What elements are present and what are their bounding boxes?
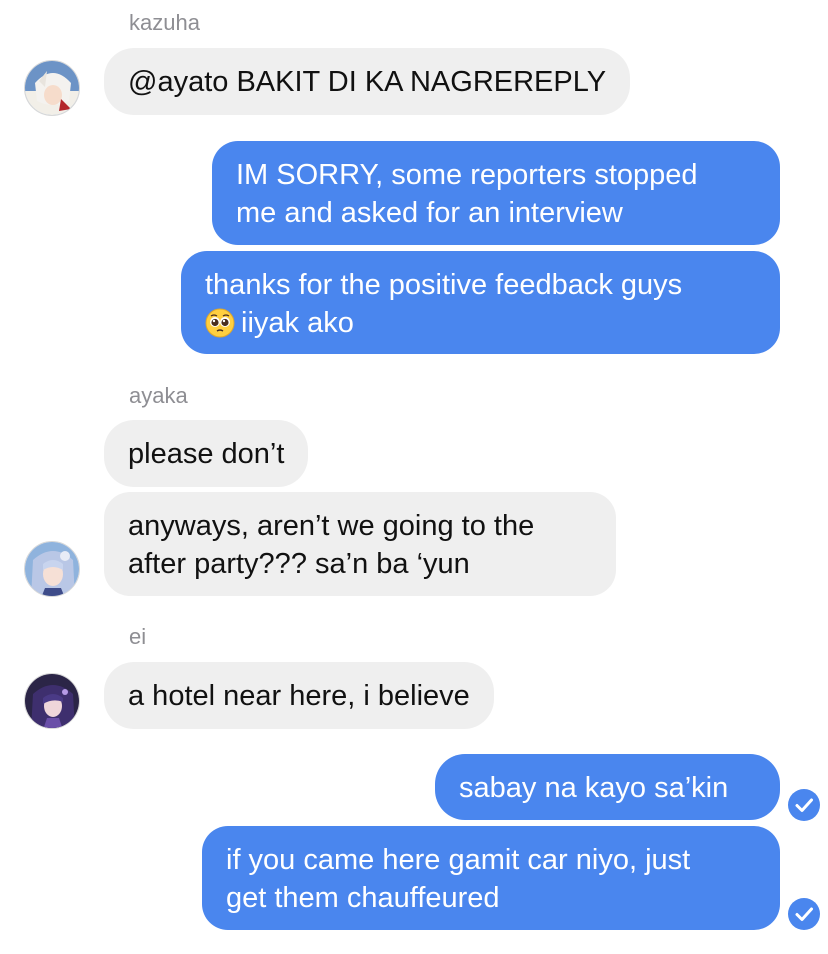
message-bubble-outgoing[interactable]: if you came here gamit car niyo, just ge… — [202, 826, 780, 930]
message-text-line: IM SORRY, some reporters stopped — [236, 159, 698, 191]
message-text-line: if you came here gamit car niyo, just — [226, 844, 691, 876]
message-text-line: me and asked for an interview — [236, 197, 623, 229]
message-text-line: get them chauffeured — [226, 882, 500, 914]
message-text: please don’t — [128, 438, 285, 470]
message-text-line: thanks for the positive feedback guys — [205, 269, 683, 301]
sender-name-kazuha: kazuha — [129, 10, 200, 35]
message-text-line: after party??? sa’n ba ‘yun — [128, 548, 470, 580]
message-text: sabay na kayo sa’kin — [459, 772, 729, 804]
message-bubble[interactable]: please don’t — [104, 420, 309, 487]
message-bubble-outgoing[interactable]: sabay na kayo sa’kin — [435, 754, 780, 820]
message-bubble-outgoing[interactable]: IM SORRY, some reporters stopped me and … — [212, 141, 780, 245]
sender-name-ei: ei — [129, 624, 147, 649]
message-bubble[interactable]: @ayato BAKIT DI KA NAGREREPLY — [104, 48, 631, 115]
message-bubble-outgoing[interactable]: thanks for the positive feedback guys ii… — [181, 251, 780, 354]
message-text: a hotel near here, i believe — [128, 680, 470, 712]
read-check-icon — [788, 898, 820, 930]
ayaka-avatar[interactable] — [24, 541, 80, 597]
sender-name-ayaka: ayaka — [129, 383, 188, 408]
pleading-face-emoji — [205, 308, 235, 348]
message-text-line: anyways, aren’t we going to the — [128, 510, 535, 542]
read-check-icon — [788, 789, 820, 821]
message-text: @ayato BAKIT DI KA NAGREREPLY — [128, 66, 607, 98]
message-text-line: iiyak ako — [241, 307, 354, 339]
ei-avatar[interactable] — [24, 673, 80, 729]
message-bubble[interactable]: a hotel near here, i believe — [104, 662, 494, 729]
message-bubble[interactable]: anyways, aren’t we going to the after pa… — [104, 492, 616, 596]
kazuha-avatar[interactable] — [24, 60, 80, 116]
